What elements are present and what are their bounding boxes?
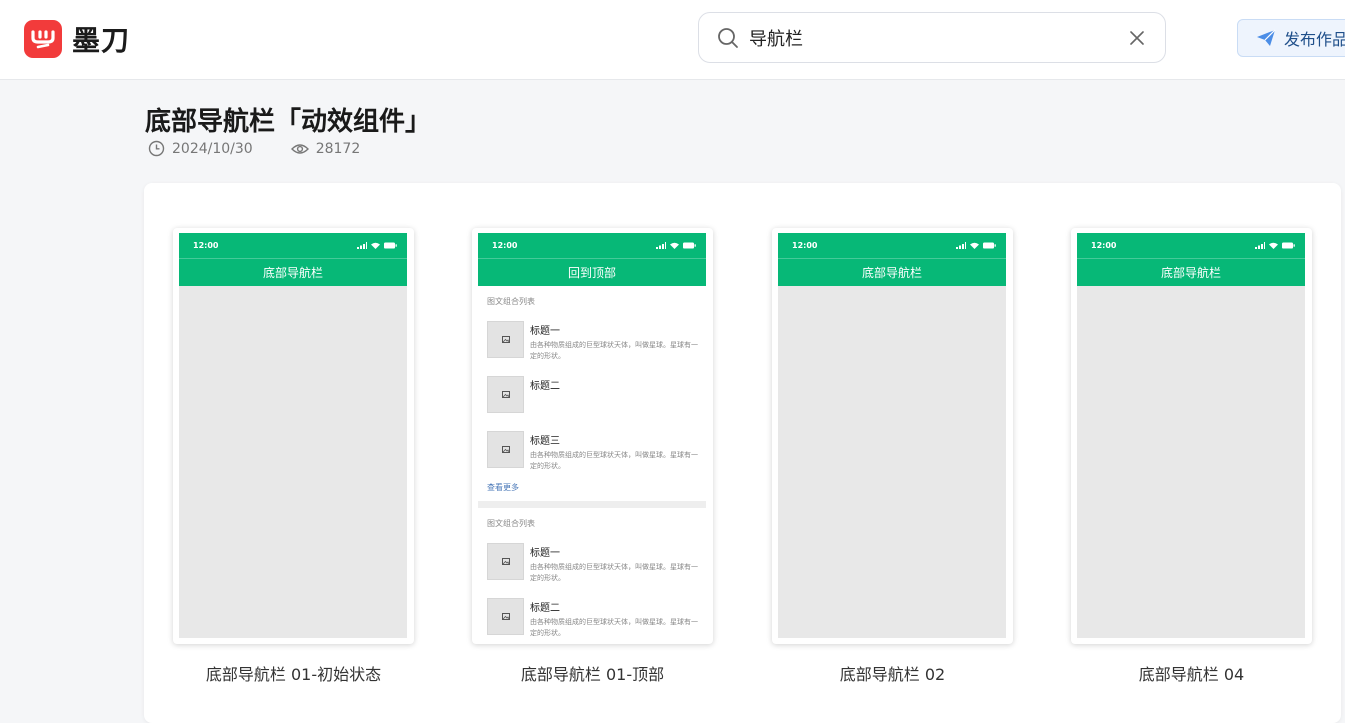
view-count: 28172 bbox=[315, 140, 361, 157]
image-placeholder-icon bbox=[487, 431, 524, 468]
screen-thumbnail[interactable]: 12:00 回到顶部 图文组合列表 标题一 由各种物质组成的巨型球状天体，叫做星… bbox=[472, 228, 713, 644]
battery-icon bbox=[384, 242, 397, 249]
clock-icon bbox=[148, 140, 165, 157]
screen-thumbnail[interactable]: 12:00 底部导航栏 bbox=[173, 228, 414, 644]
status-time: 12:00 bbox=[492, 241, 518, 250]
screen-thumbnail[interactable]: 12:00 底部导航栏 bbox=[772, 228, 1013, 644]
item-desc: 由各种物质组成的巨型球状天体，叫做星球。星球有一定的形状。 bbox=[530, 618, 698, 637]
date-meta: 2024/10/30 bbox=[148, 140, 253, 157]
wifi-icon bbox=[371, 242, 380, 249]
publish-label: 发布作品 bbox=[1284, 30, 1345, 49]
status-time: 12:00 bbox=[792, 241, 818, 250]
item-title: 标题一 bbox=[530, 548, 560, 559]
battery-icon bbox=[1282, 242, 1295, 249]
page-title: 底部导航栏「动效组件」 bbox=[145, 107, 432, 137]
screen-caption[interactable]: 底部导航栏 02 bbox=[772, 661, 1013, 685]
status-time: 12:00 bbox=[1091, 241, 1117, 250]
status-time: 12:00 bbox=[193, 241, 219, 250]
image-text-list: 图文组合列表 标题一 由各种物质组成的巨型球状天体，叫做星球。星球有一定的形状。… bbox=[478, 286, 706, 638]
nav-bar-title: 底部导航栏 bbox=[778, 259, 1006, 286]
screen-thumbnail[interactable]: 12:00 底部导航栏 bbox=[1071, 228, 1312, 644]
section-divider bbox=[478, 501, 706, 508]
status-bar: 12:00 bbox=[1077, 233, 1305, 259]
signal-icon bbox=[656, 242, 666, 249]
section-label: 图文组合列表 bbox=[487, 297, 535, 306]
search-box[interactable]: 导航栏 bbox=[698, 12, 1166, 63]
top-header: 墨刀 导航栏 发布作品 bbox=[0, 0, 1345, 80]
page-meta: 2024/10/30 28172 bbox=[148, 140, 398, 157]
screen-caption[interactable]: 底部导航栏 01-初始状态 bbox=[173, 661, 414, 685]
list-item: 标题二 bbox=[478, 368, 706, 423]
screen-caption[interactable]: 底部导航栏 04 bbox=[1071, 661, 1312, 685]
nav-bar-title: 底部导航栏 bbox=[1077, 259, 1305, 286]
eye-icon bbox=[290, 143, 309, 154]
phone-screen: 12:00 底部导航栏 bbox=[1077, 233, 1305, 638]
logo-mark-icon bbox=[24, 20, 62, 58]
status-bar: 12:00 bbox=[179, 233, 407, 259]
logo[interactable]: 墨刀 bbox=[24, 19, 130, 59]
phone-screen: 12:00 底部导航栏 bbox=[179, 233, 407, 638]
wifi-icon bbox=[970, 242, 979, 249]
section-label: 图文组合列表 bbox=[487, 519, 535, 528]
list-item: 标题二 由各种物质组成的巨型球状天体，叫做星球。星球有一定的形状。 bbox=[478, 590, 706, 638]
battery-icon bbox=[983, 242, 996, 249]
app-name: 墨刀 bbox=[72, 24, 131, 57]
publish-button[interactable]: 发布作品 bbox=[1237, 19, 1345, 57]
nav-bar-title: 底部导航栏 bbox=[179, 259, 407, 286]
image-placeholder-icon bbox=[487, 543, 524, 580]
search-icon bbox=[718, 27, 738, 48]
item-desc: 由各种物质组成的巨型球状天体，叫做星球。星球有一定的形状。 bbox=[530, 563, 698, 582]
item-title: 标题一 bbox=[530, 326, 560, 337]
publish-date: 2024/10/30 bbox=[172, 140, 253, 157]
nav-bar-title: 回到顶部 bbox=[478, 259, 706, 286]
signal-icon bbox=[1255, 242, 1265, 249]
phone-screen: 12:00 回到顶部 图文组合列表 标题一 由各种物质组成的巨型球状天体，叫做星… bbox=[478, 233, 706, 638]
item-title: 标题二 bbox=[530, 381, 560, 392]
image-placeholder-icon bbox=[487, 598, 524, 635]
item-title: 标题二 bbox=[530, 603, 560, 614]
view-more-link: 查看更多 bbox=[487, 483, 519, 492]
signal-icon bbox=[956, 242, 966, 249]
image-placeholder-icon bbox=[487, 321, 524, 358]
views-meta: 28172 bbox=[290, 140, 361, 157]
list-item: 标题一 由各种物质组成的巨型球状天体，叫做星球。星球有一定的形状。 bbox=[478, 313, 706, 368]
status-bar: 12:00 bbox=[478, 233, 706, 259]
status-bar: 12:00 bbox=[778, 233, 1006, 259]
close-icon[interactable] bbox=[1127, 28, 1147, 48]
item-desc: 由各种物质组成的巨型球状天体，叫做星球。星球有一定的形状。 bbox=[530, 341, 698, 360]
paper-plane-icon bbox=[1257, 29, 1276, 46]
list-item: 标题三 由各种物质组成的巨型球状天体，叫做星球。星球有一定的形状。 bbox=[478, 423, 706, 478]
signal-icon bbox=[357, 242, 367, 249]
phone-screen: 12:00 底部导航栏 bbox=[778, 233, 1006, 638]
item-title: 标题三 bbox=[530, 436, 560, 447]
list-item: 标题一 由各种物质组成的巨型球状天体，叫做星球。星球有一定的形状。 bbox=[478, 535, 706, 590]
wifi-icon bbox=[670, 242, 679, 249]
item-desc: 由各种物质组成的巨型球状天体，叫做星球。星球有一定的形状。 bbox=[530, 451, 698, 470]
image-placeholder-icon bbox=[487, 376, 524, 413]
search-input[interactable]: 导航栏 bbox=[749, 25, 1127, 51]
screen-caption[interactable]: 底部导航栏 01-顶部 bbox=[472, 661, 713, 685]
wifi-icon bbox=[1269, 242, 1278, 249]
battery-icon bbox=[683, 242, 696, 249]
